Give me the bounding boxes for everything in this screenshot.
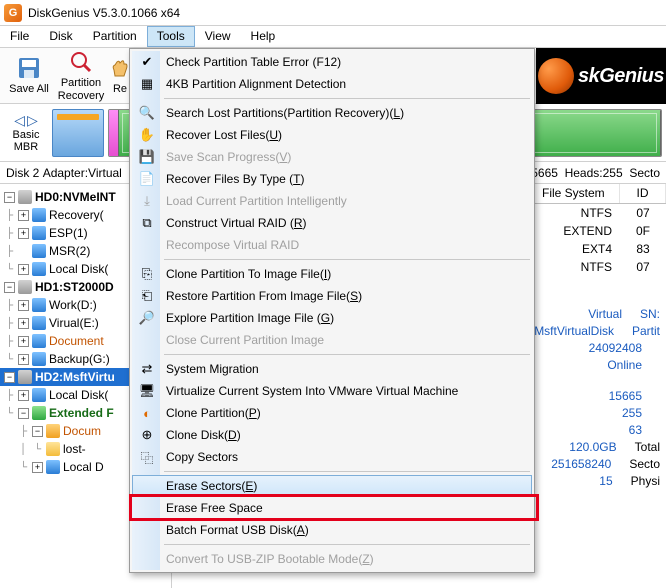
copy-icon: ⿻: [138, 448, 156, 466]
migrate-icon: ⇄: [138, 360, 156, 378]
menu-construct-vraid[interactable]: ⧉Construct Virtual RAID (R): [132, 212, 532, 234]
disk-icon: [18, 280, 32, 294]
disk-icon[interactable]: [52, 109, 104, 157]
menu-view[interactable]: View: [195, 26, 241, 47]
menu-save-scan-progress: 💾Save Scan Progress(V): [132, 146, 532, 168]
explore-icon: 🔎: [138, 309, 156, 327]
menu-check-partition-table[interactable]: ✔Check Partition Table Error (F12): [132, 51, 532, 73]
window-title: DiskGenius V5.3.0.1066 x64: [28, 6, 180, 20]
menu-recover-by-type[interactable]: 📄Recover Files By Type (T): [132, 168, 532, 190]
menu-clone-partition-to-image[interactable]: ⎘Clone Partition To Image File(I): [132, 263, 532, 285]
partition-icon: [32, 208, 46, 222]
import-icon: ⎗: [138, 287, 156, 305]
menu-clone-partition[interactable]: ◐Clone Partition(P): [132, 402, 532, 424]
menu-copy-sectors[interactable]: ⿻Copy Sectors: [132, 446, 532, 468]
brand-logo: skGenius: [536, 48, 666, 104]
menu-recompose-vraid: Recompose Virtual RAID: [132, 234, 532, 256]
menu-bar: File Disk Partition Tools View Help: [0, 26, 666, 48]
menu-recover-lost-files[interactable]: ✋Recover Lost Files(U): [132, 124, 532, 146]
nav-arrows[interactable]: ◁▷ Basic MBR: [4, 112, 48, 153]
menu-4kb-alignment[interactable]: ▦4KB Partition Alignment Detection: [132, 73, 532, 95]
disk-icon: [18, 190, 32, 204]
menu-help[interactable]: Help: [241, 26, 286, 47]
menu-clone-disk[interactable]: ⊕Clone Disk(D): [132, 424, 532, 446]
col-filesystem[interactable]: File System: [534, 184, 620, 203]
col-id[interactable]: ID: [620, 184, 666, 203]
swirl-icon: [538, 58, 574, 94]
menu-erase-free-space[interactable]: Erase Free Space: [132, 497, 532, 519]
menu-batch-format-usb[interactable]: Batch Format USB Disk(A): [132, 519, 532, 541]
load-icon: ⤓: [138, 192, 156, 210]
menu-partition[interactable]: Partition: [83, 26, 147, 47]
menu-file[interactable]: File: [0, 26, 39, 47]
export-icon: ⎘: [138, 265, 156, 283]
menu-virtualize-system[interactable]: 🖥Virtualize Current System Into VMware V…: [132, 380, 532, 402]
menu-explore-partition-image[interactable]: 🔎Explore Partition Image File (G): [132, 307, 532, 329]
partition-icon: [32, 388, 46, 402]
menu-erase-sectors[interactable]: Erase Sectors(E): [132, 475, 532, 497]
folder-icon: [46, 424, 60, 438]
partition-recovery-button[interactable]: Partition Recovery: [56, 47, 106, 103]
menu-system-migration[interactable]: ⇄System Migration: [132, 358, 532, 380]
partition-icon: [32, 298, 46, 312]
menu-tools[interactable]: Tools: [147, 26, 195, 47]
partition-icon: [32, 244, 46, 258]
partition-icon: [32, 316, 46, 330]
grid-icon: ▦: [138, 75, 156, 93]
tools-dropdown: ✔Check Partition Table Error (F12) ▦4KB …: [129, 48, 535, 573]
partition-icon: [32, 226, 46, 240]
save-all-button[interactable]: Save All: [4, 53, 54, 97]
menu-convert-usb-zip: Convert To USB-ZIP Bootable Mode(Z): [132, 548, 532, 570]
vm-icon: 🖥: [138, 382, 156, 400]
clone-disk-icon: ⊕: [138, 426, 156, 444]
check-icon: ✔: [138, 53, 156, 71]
extended-icon: [32, 406, 46, 420]
partition-icon: [32, 352, 46, 366]
app-icon: G: [4, 4, 22, 22]
title-bar: G DiskGenius V5.3.0.1066 x64: [0, 0, 666, 26]
hand-icon: ✋: [138, 126, 156, 144]
next-icon[interactable]: ▷: [27, 112, 38, 129]
partition-icon: [32, 262, 46, 276]
search-disk-icon: [68, 49, 94, 75]
search-icon: 🔍: [138, 104, 156, 122]
disk-icon: [18, 370, 32, 384]
menu-disk[interactable]: Disk: [39, 26, 82, 47]
prev-icon[interactable]: ◁: [14, 112, 25, 129]
menu-close-partition-image: Close Current Partition Image: [132, 329, 532, 351]
raid-icon: ⧉: [138, 214, 156, 232]
partition-icon: [32, 334, 46, 348]
menu-search-lost-partitions[interactable]: 🔍Search Lost Partitions(Partition Recove…: [132, 102, 532, 124]
save-icon: 💾: [138, 148, 156, 166]
partition-icon: [46, 460, 60, 474]
file-icon: 📄: [138, 170, 156, 188]
clone-icon: ◐: [138, 404, 156, 422]
menu-load-current-partition: ⤓Load Current Partition Intelligently: [132, 190, 532, 212]
save-icon: [16, 55, 42, 81]
partition-segment[interactable]: [109, 110, 119, 156]
menu-restore-partition-from-image[interactable]: ⎗Restore Partition From Image File(S): [132, 285, 532, 307]
folder-icon: [46, 442, 60, 456]
